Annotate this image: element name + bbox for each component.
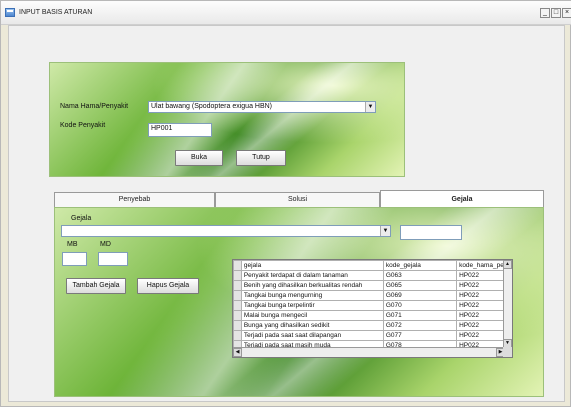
gejala-cell[interactable]: Benih yang dihasilkan berkualitas rendah xyxy=(240,280,384,291)
hama-select-value: Ulat bawang (Spodoptera exigua HBN) xyxy=(151,103,273,110)
tab-penyebab[interactable]: Penyebab xyxy=(54,192,215,207)
table-header-row: gejala kode_gejala kode_hama_pen xyxy=(233,260,512,271)
window-title: INPUT BASIS ATURAN xyxy=(19,9,93,16)
gejala-cell[interactable]: Tangkai bunga mengurning xyxy=(240,290,384,301)
row-header[interactable] xyxy=(233,320,242,331)
chevron-down-icon[interactable]: ▼ xyxy=(365,102,375,112)
mb-label: MB xyxy=(67,241,78,248)
gejala-cell[interactable]: Penyakit terdapat di dalam tanaman xyxy=(240,270,384,281)
tambah-gejala-button[interactable]: Tambah Gejala xyxy=(66,278,126,294)
gejala-select[interactable]: ▼ xyxy=(61,225,391,237)
gejala-cell[interactable]: Bunga yang dihasilkan sedikit xyxy=(240,320,384,331)
kode-gejala-cell[interactable]: G072 xyxy=(382,320,458,331)
app-window: INPUT BASIS ATURAN _ □ × Nama Hama/Penya… xyxy=(0,0,571,407)
kode-gejala-cell[interactable]: G065 xyxy=(382,280,458,291)
table-row[interactable]: Malai bunga mengecil G071 HP022 xyxy=(233,310,512,321)
buka-button[interactable]: Buka xyxy=(175,150,223,166)
maximize-button[interactable]: □ xyxy=(551,8,561,18)
kode-field[interactable]: HP001 xyxy=(148,123,212,137)
horizontal-scrollbar[interactable]: ◀ ▶ xyxy=(233,347,505,357)
hapus-gejala-button[interactable]: Hapus Gejala xyxy=(137,278,199,294)
kode-gejala-cell[interactable]: G077 xyxy=(382,330,458,341)
tutup-button[interactable]: Tutup xyxy=(236,150,286,166)
row-header[interactable] xyxy=(233,290,242,301)
kode-gejala-cell[interactable]: G063 xyxy=(382,270,458,281)
row-header xyxy=(233,260,242,271)
hama-select[interactable]: Ulat bawang (Spodoptera exigua HBN) ▼ xyxy=(148,101,376,113)
tab-gejala[interactable]: Gejala xyxy=(380,190,544,207)
kode-label: Kode Penyakit xyxy=(60,122,106,129)
gejala-label: Gejala xyxy=(71,215,92,222)
gejala-table: gejala kode_gejala kode_hama_pen Penyaki… xyxy=(233,260,512,351)
app-window-icon xyxy=(5,8,15,17)
row-header[interactable] xyxy=(233,270,242,281)
minimize-button[interactable]: _ xyxy=(540,8,550,18)
close-button[interactable]: × xyxy=(562,8,571,18)
gejala-cell[interactable]: Malai bunga mengecil xyxy=(240,310,384,321)
table-row[interactable]: Terjadi pada saat saat dilapangan G077 HP0… xyxy=(233,330,512,341)
hama-label: Nama Hama/Penyakit xyxy=(60,103,129,110)
kode-gejala-cell[interactable]: G069 xyxy=(382,290,458,301)
scroll-left-icon[interactable]: ◀ xyxy=(233,348,242,357)
kode-gejala-cell[interactable]: G070 xyxy=(382,300,458,311)
table-row[interactable]: Penyakit terdapat di dalam tanaman G063 HP… xyxy=(233,270,512,281)
scrollbar-corner xyxy=(503,347,512,357)
row-header[interactable] xyxy=(233,280,242,291)
table-row[interactable]: Tangkai bunga mengurning G069 HP022 xyxy=(233,290,512,301)
kode-gejala-cell[interactable]: G071 xyxy=(382,310,458,321)
gejala-cell[interactable]: Tangkai bunga terpelintir xyxy=(240,300,384,311)
disease-panel: Nama Hama/Penyakit Ulat bawang (Spodopte… xyxy=(49,62,405,177)
tab-solusi[interactable]: Solusi xyxy=(215,192,380,207)
mb-field[interactable] xyxy=(62,252,87,266)
gejala-cell[interactable]: Terjadi pada saat saat dilapangan xyxy=(240,330,384,341)
col-header-gejala[interactable]: gejala xyxy=(240,260,384,271)
row-header[interactable] xyxy=(233,330,242,341)
table-row[interactable]: Bunga yang dihasilkan sedikit G072 HP022 xyxy=(233,320,512,331)
scroll-up-icon[interactable]: ▲ xyxy=(503,260,512,269)
tab-strip: Penyebab Solusi Gejala xyxy=(54,190,544,207)
chevron-down-icon[interactable]: ▼ xyxy=(380,226,390,236)
row-header[interactable] xyxy=(233,310,242,321)
gejala-grid[interactable]: gejala kode_gejala kode_hama_pen Penyaki… xyxy=(232,259,513,358)
gejala-code-field[interactable] xyxy=(400,225,462,240)
md-label: MD xyxy=(100,241,111,248)
row-header[interactable] xyxy=(233,300,242,311)
title-bar: INPUT BASIS ATURAN _ □ × xyxy=(1,1,571,25)
col-header-kode-gejala[interactable]: kode_gejala xyxy=(382,260,458,271)
table-row[interactable]: Benih yang dihasilkan berkualitas rendah… xyxy=(233,280,512,291)
md-field[interactable] xyxy=(98,252,128,266)
table-row[interactable]: Tangkai bunga terpelintir G070 HP022 xyxy=(233,300,512,311)
vertical-scrollbar[interactable]: ▲ ▼ xyxy=(503,260,512,348)
